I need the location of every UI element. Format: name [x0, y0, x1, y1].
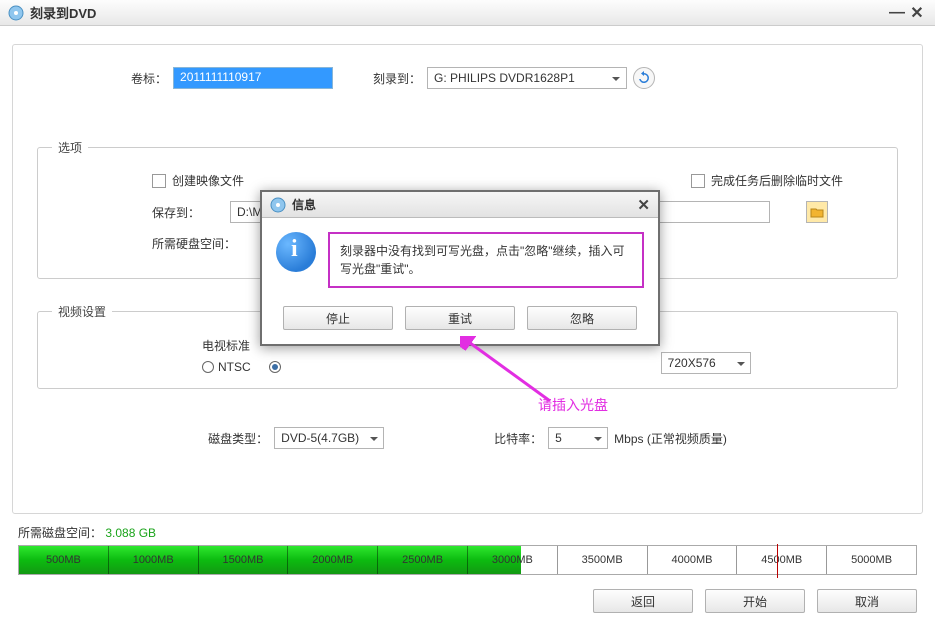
delete-temp-checkbox[interactable]: 完成任务后删除临时文件 — [691, 172, 843, 189]
save-to-label: 保存到： — [152, 204, 200, 221]
gauge-tick: 2000MB — [287, 546, 377, 574]
burn-to-label: 刻录到： — [373, 70, 421, 87]
options-legend: 选项 — [52, 139, 88, 156]
title-bar: 刻录到DVD — ✕ — [0, 0, 935, 26]
gauge-tick: 500MB — [19, 546, 108, 574]
gauge-tick: 1500MB — [198, 546, 288, 574]
minimize-button[interactable]: — — [887, 4, 907, 22]
refresh-drive-button[interactable] — [633, 67, 655, 89]
drive-select[interactable]: G: PHILIPS DVDR1628P1 — [427, 67, 627, 89]
pal-radio[interactable] — [269, 361, 281, 373]
info-icon — [276, 232, 316, 272]
info-dialog: 信息 ✕ 刻录器中没有找到可写光盘，点击"忽略"继续，插入可写光盘"重试"。 停… — [260, 190, 660, 346]
footer: 所需磁盘空间： 3.088 GB 500MB1000MB1500MB2000MB… — [12, 524, 923, 613]
top-row: 卷标： 2011111110917 刻录到： G: PHILIPS DVDR16… — [131, 67, 904, 89]
disk-space-label: 所需硬盘空间： — [152, 235, 236, 252]
ntsc-radio[interactable]: NTSC — [202, 360, 251, 374]
window-title: 刻录到DVD — [30, 3, 96, 22]
back-button[interactable]: 返回 — [593, 589, 693, 613]
footer-space-value: 3.088 GB — [105, 526, 156, 540]
bitrate-select[interactable]: 5 — [548, 427, 608, 449]
gauge-tick: 1000MB — [108, 546, 198, 574]
video-legend: 视频设置 — [52, 303, 112, 320]
bitrate-label: 比特率： — [494, 430, 542, 447]
create-image-checkbox[interactable]: 创建映像文件 — [152, 172, 244, 189]
gauge-tick: 5000MB — [826, 546, 916, 574]
ignore-button[interactable]: 忽略 — [527, 306, 637, 330]
footer-space-label: 所需磁盘空间： — [18, 526, 102, 540]
gauge-tick: 2500MB — [377, 546, 467, 574]
gauge-marker — [777, 544, 778, 578]
dialog-close-button[interactable]: ✕ — [637, 196, 650, 214]
volume-label: 卷标： — [131, 70, 167, 87]
cancel-button[interactable]: 取消 — [817, 589, 917, 613]
volume-input[interactable]: 2011111110917 — [173, 67, 333, 89]
gauge-tick: 4000MB — [647, 546, 737, 574]
space-gauge: 500MB1000MB1500MB2000MB2500MB3000MB3500M… — [18, 545, 917, 575]
browse-button[interactable] — [806, 201, 828, 223]
gauge-tick: 3000MB — [467, 546, 557, 574]
gauge-tick: 3500MB — [557, 546, 647, 574]
dialog-title: 信息 — [292, 196, 316, 213]
resolution-select[interactable]: 720X576 — [661, 352, 751, 374]
dialog-message: 刻录器中没有找到可写光盘，点击"忽略"继续，插入可写光盘"重试"。 — [328, 232, 644, 288]
bottom-controls: 磁盘类型： DVD-5(4.7GB) 比特率： 5 Mbps (正常视频质量) — [31, 427, 904, 449]
disc-type-label: 磁盘类型： — [208, 430, 268, 447]
disc-type-select[interactable]: DVD-5(4.7GB) — [274, 427, 384, 449]
start-button[interactable]: 开始 — [705, 589, 805, 613]
gauge-tick: 4500MB — [736, 546, 826, 574]
app-icon — [8, 5, 24, 21]
stop-button[interactable]: 停止 — [283, 306, 393, 330]
bitrate-unit: Mbps (正常视频质量) — [614, 430, 727, 447]
retry-button[interactable]: 重试 — [405, 306, 515, 330]
close-button[interactable]: ✕ — [907, 3, 927, 23]
annotation-text: 请插入光盘 — [538, 395, 608, 415]
dialog-icon — [270, 197, 286, 213]
dialog-titlebar: 信息 ✕ — [262, 192, 658, 218]
